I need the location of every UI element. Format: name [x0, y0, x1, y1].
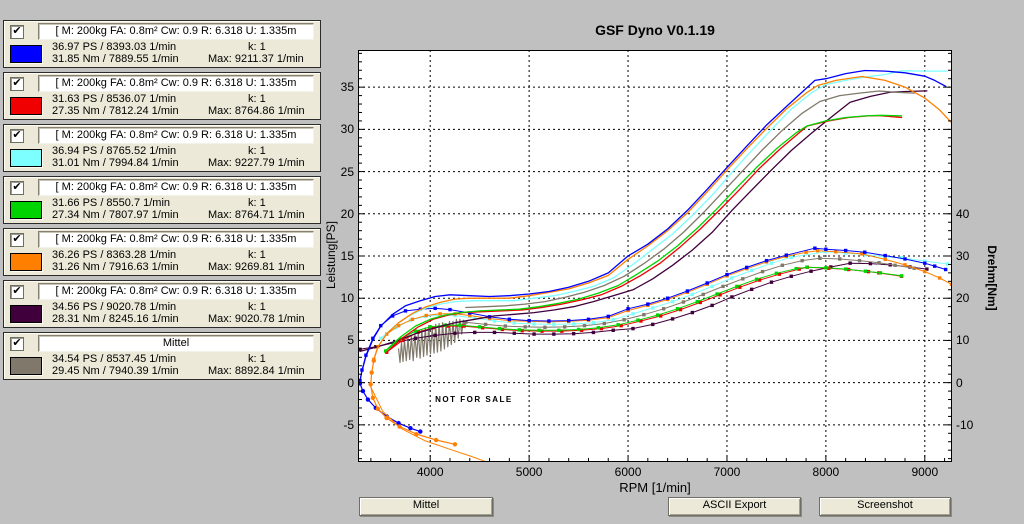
run-max-rpm: Max: 9211.37 1/min — [208, 53, 304, 65]
screenshot-button[interactable]: Screenshot — [819, 497, 951, 516]
run-config-field[interactable]: [ M: 200kg FA: 0.8m² Cw: 0.9 R: 6.318 U:… — [38, 127, 314, 144]
run-panel: ✔ [ M: 200kg FA: 0.8m² Cw: 0.9 R: 6.318 U… — [3, 228, 321, 276]
run-checkbox[interactable]: ✔ — [10, 337, 24, 351]
run-torque-value: 31.26 Nm / 7916.63 1/min — [52, 261, 179, 273]
left-tick-label: 15 — [322, 249, 354, 263]
run-k-value: k: 1 — [248, 197, 266, 209]
bottom-tick-label: 5000 — [507, 465, 551, 479]
run-power-value: 34.54 PS / 8537.45 1/min — [52, 353, 176, 365]
run-checkbox[interactable]: ✔ — [10, 77, 24, 91]
ascii-export-button[interactable]: ASCII Export — [668, 497, 801, 516]
run-config-field[interactable]: Mittel — [38, 335, 314, 352]
run-max-rpm: Max: 9020.78 1/min — [208, 313, 305, 325]
run-power-value: 31.63 PS / 8536.07 1/min — [52, 93, 176, 105]
run-checkbox[interactable]: ✔ — [10, 25, 24, 39]
bottom-tick-label: 6000 — [606, 465, 650, 479]
run-power-value: 36.26 PS / 8363.28 1/min — [52, 249, 176, 261]
left-tick-label: 0 — [322, 376, 354, 390]
run-config-field[interactable]: [ M: 200kg FA: 0.8m² Cw: 0.9 R: 6.318 U:… — [38, 23, 314, 40]
run-color-swatch — [10, 305, 42, 323]
run-color-swatch — [10, 201, 42, 219]
run-torque-value: 31.85 Nm / 7889.55 1/min — [52, 53, 179, 65]
left-tick-label: 25 — [322, 165, 354, 179]
dyno-plot-area: NOT FOR SALE — [358, 50, 952, 462]
run-checkbox[interactable]: ✔ — [10, 181, 24, 195]
run-k-value: k: 1 — [248, 145, 266, 157]
left-tick-label: 20 — [322, 207, 354, 221]
run-torque-value: 27.34 Nm / 7807.97 1/min — [52, 209, 179, 221]
run-color-swatch — [10, 253, 42, 271]
run-checkbox[interactable]: ✔ — [10, 129, 24, 143]
left-tick-label: 35 — [322, 80, 354, 94]
chart-title: GSF Dyno V0.1.19 — [455, 22, 855, 38]
left-tick-label: 10 — [322, 291, 354, 305]
run-panel: ✔ [ M: 200kg FA: 0.8m² Cw: 0.9 R: 6.318 U… — [3, 72, 321, 120]
run-k-value: k: 1 — [248, 353, 266, 365]
run-color-swatch — [10, 97, 42, 115]
run-color-swatch — [10, 357, 42, 375]
mittel-button[interactable]: Mittel — [359, 497, 493, 516]
bottom-tick-label: 7000 — [705, 465, 749, 479]
run-k-value: k: 1 — [248, 249, 266, 261]
run-panel: ✔ Mittel34.54 PS / 8537.45 1/min k: 1 29.45… — [3, 332, 321, 380]
watermark-text: NOT FOR SALE — [435, 395, 513, 404]
right-tick-label: -10 — [956, 418, 990, 432]
run-max-rpm: Max: 8892.84 1/min — [208, 365, 305, 377]
run-torque-value: 27.35 Nm / 7812.24 1/min — [52, 105, 179, 117]
run-max-rpm: Max: 9227.79 1/min — [208, 157, 305, 169]
run-max-rpm: Max: 8764.86 1/min — [208, 105, 305, 117]
right-tick-label: 0 — [956, 376, 990, 390]
run-panel: ✔ [ M: 200kg FA: 0.8m² Cw: 0.9 R: 6.318 U… — [3, 124, 321, 172]
run-k-value: k: 1 — [248, 301, 266, 313]
run-color-swatch — [10, 45, 42, 63]
bottom-tick-label: 4000 — [408, 465, 452, 479]
right-tick-label: 10 — [956, 333, 990, 347]
run-power-value: 36.97 PS / 8393.03 1/min — [52, 41, 176, 53]
bottom-tick-label: 8000 — [804, 465, 848, 479]
x-axis-label: RPM [1/min] — [505, 480, 805, 495]
run-torque-value: 28.31 Nm / 8245.16 1/min — [52, 313, 179, 325]
run-panel: ✔ [ M: 200kg FA: 0.8m² Cw: 0.9 R: 6.318 U… — [3, 280, 321, 328]
run-torque-value: 31.01 Nm / 7994.84 1/min — [52, 157, 179, 169]
run-power-value: 31.66 PS / 8550.7 1/min — [52, 197, 170, 209]
left-tick-label: 30 — [322, 122, 354, 136]
gsf-dyno-window: ✔ [ M: 200kg FA: 0.8m² Cw: 0.9 R: 6.318 U… — [0, 0, 1024, 524]
run-panel: ✔ [ M: 200kg FA: 0.8m² Cw: 0.9 R: 6.318 U… — [3, 176, 321, 224]
run-color-swatch — [10, 149, 42, 167]
left-tick-label: -5 — [322, 418, 354, 432]
run-power-value: 36.94 PS / 8765.52 1/min — [52, 145, 176, 157]
run-k-value: k: 1 — [248, 41, 266, 53]
run-checkbox[interactable]: ✔ — [10, 285, 24, 299]
run-max-rpm: Max: 8764.71 1/min — [208, 209, 305, 221]
run-checkbox[interactable]: ✔ — [10, 233, 24, 247]
run-config-field[interactable]: [ M: 200kg FA: 0.8m² Cw: 0.9 R: 6.318 U:… — [38, 179, 314, 196]
run-config-field[interactable]: [ M: 200kg FA: 0.8m² Cw: 0.9 R: 6.318 U:… — [38, 231, 314, 248]
right-tick-label: 30 — [956, 249, 990, 263]
right-tick-label: 20 — [956, 291, 990, 305]
right-axis-label: Drehm[Nm] — [985, 218, 999, 338]
run-config-field[interactable]: [ M: 200kg FA: 0.8m² Cw: 0.9 R: 6.318 U:… — [38, 283, 314, 300]
run-panel: ✔ [ M: 200kg FA: 0.8m² Cw: 0.9 R: 6.318 U… — [3, 20, 321, 68]
dyno-chart-svg: NOT FOR SALE — [358, 50, 952, 462]
run-max-rpm: Max: 9269.81 1/min — [208, 261, 305, 273]
left-tick-label: 5 — [322, 333, 354, 347]
run-config-field[interactable]: [ M: 200kg FA: 0.8m² Cw: 0.9 R: 6.318 U:… — [38, 75, 314, 92]
bottom-tick-label: 9000 — [903, 465, 947, 479]
run-torque-value: 29.45 Nm / 7940.39 1/min — [52, 365, 179, 377]
run-power-value: 34.56 PS / 9020.78 1/min — [52, 301, 176, 313]
right-tick-label: 40 — [956, 207, 990, 221]
run-k-value: k: 1 — [248, 93, 266, 105]
